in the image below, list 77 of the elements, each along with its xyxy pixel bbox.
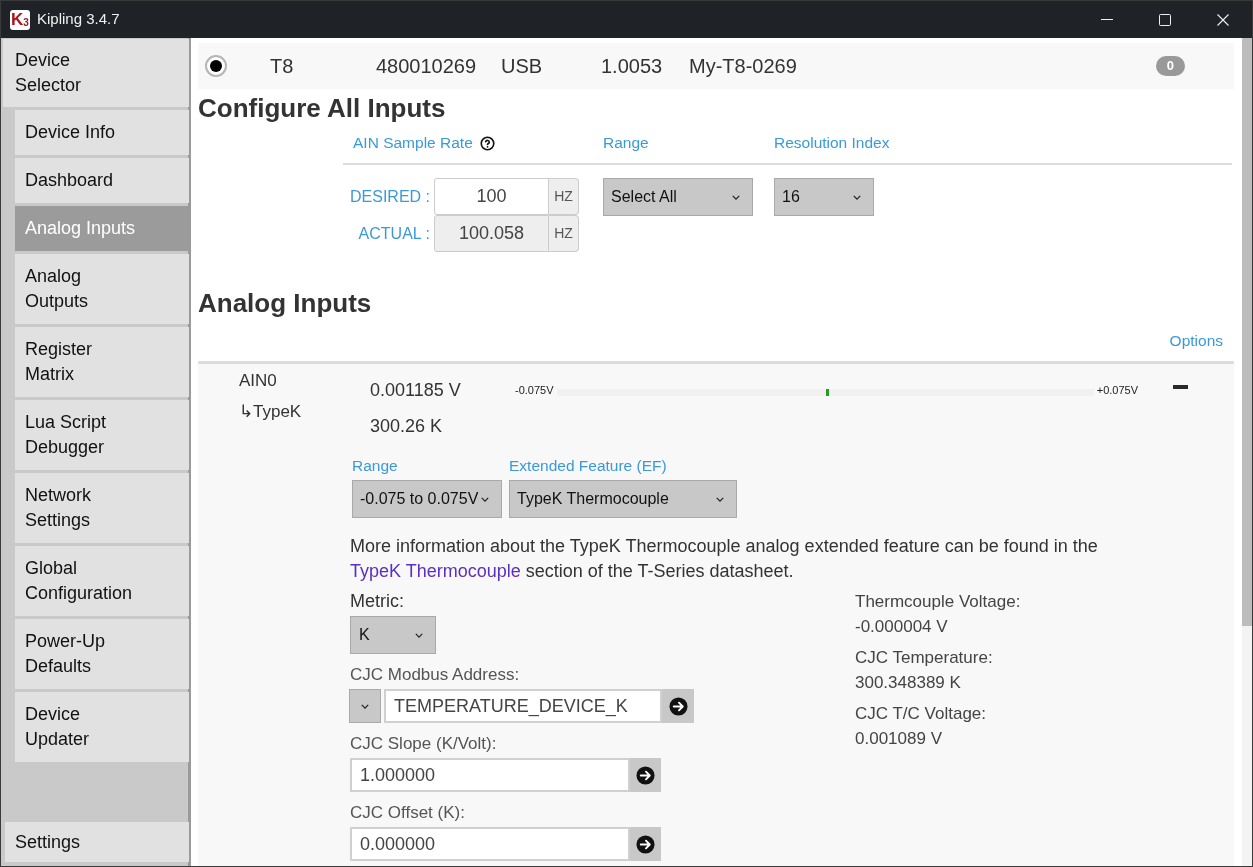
sidebar-item[interactable]: Device Updater (15, 692, 189, 762)
apply-button[interactable] (630, 758, 661, 792)
device-cell: 1.0053 (601, 55, 663, 77)
sidebar-item[interactable]: Power-Up Defaults (15, 619, 189, 689)
arrow-right-circle-icon (636, 765, 655, 785)
sidebar-item[interactable]: Device Info (15, 110, 189, 155)
address-input[interactable]: TEMPERATURE_DEVICE_K (384, 689, 662, 723)
readout-value: 300.348389 K (855, 672, 961, 694)
range-select[interactable]: Select All (603, 178, 753, 216)
column-header: Resolution Index (774, 133, 890, 154)
metric-select[interactable]: K (350, 616, 436, 654)
meter-min-label: -0.075V (515, 383, 554, 397)
caret-icon (361, 703, 369, 709)
scrollbar[interactable] (1242, 38, 1252, 866)
caret-icon (481, 496, 489, 502)
section-title: Configure All Inputs (198, 93, 446, 123)
sidebar-item[interactable]: Analog Outputs (15, 254, 189, 324)
arrow-right-circle-icon (636, 834, 655, 854)
caret-icon (853, 194, 861, 200)
rate-label: DESIRED : (350, 186, 430, 207)
field-label: CJC Modbus Address: (350, 664, 520, 686)
device-cell: 480010269 (376, 55, 477, 77)
count-badge: 0 (1155, 56, 1185, 76)
maximize-icon (1159, 13, 1171, 26)
sample-rate-input[interactable]: 100 (434, 178, 549, 215)
unit-label: HZ (549, 215, 579, 252)
readout-label: CJC Temperature: (855, 647, 993, 669)
window-title: Kipling 3.4.7 (37, 9, 120, 30)
column-header: AIN Sample Rate (353, 133, 473, 154)
feature-select[interactable]: TypeK Thermocouple (509, 480, 737, 518)
column-header: Range (603, 133, 649, 154)
field-label: Metric: (350, 590, 404, 613)
range-label: Range (352, 456, 398, 476)
sidebar-item[interactable]: Register Matrix (15, 327, 189, 397)
range-select[interactable]: -0.075 to 0.075V (352, 480, 502, 518)
radio-button[interactable] (205, 55, 227, 77)
scrollbar-thumb[interactable] (1242, 38, 1252, 626)
channel-name: AIN0 (239, 370, 277, 392)
sidebar-item[interactable]: Device Selector (3, 39, 189, 107)
rate-label: ACTUAL : (358, 223, 430, 244)
field-label: CJC Slope (K/Volt): (350, 733, 497, 755)
help-icon[interactable] (479, 135, 495, 151)
sidebar-item[interactable]: Global Configuration (15, 546, 189, 616)
feature-name: ↳TypeK (239, 401, 302, 423)
datasheet-link[interactable]: TypeK Thermocouple (350, 561, 521, 581)
sidebar-item[interactable]: Settings (5, 822, 189, 862)
meter-max-label: +0.075V (1096, 383, 1138, 397)
device-cell: USB (501, 55, 543, 77)
ef-label: Extended Feature (EF) (509, 456, 667, 476)
readout-value: -0.000004 V (855, 616, 948, 638)
sidebar-item[interactable]: Dashboard (15, 158, 189, 203)
section-title: Analog Inputs (198, 288, 372, 318)
readout-value: 0.001089 V (855, 728, 942, 750)
sidebar-item[interactable]: Network Settings (15, 473, 189, 543)
caret-icon (732, 194, 740, 200)
unit-label: HZ (549, 178, 579, 215)
readout-label: Thermcouple Voltage: (855, 591, 1021, 613)
readout-label: CJC T/C Voltage: (855, 703, 987, 725)
device-cell: My-T8-0269 (689, 55, 797, 77)
reading-value: 300.26 K (370, 415, 443, 438)
sidebar-item[interactable]: Lua Script Debugger (15, 400, 189, 470)
field-label: CJC Offset (K): (350, 802, 465, 824)
caret-icon (716, 496, 724, 502)
device-row[interactable]: T8 480010269 USB 1.0053 My-T8-0269 0 (198, 43, 1234, 89)
apply-button[interactable] (630, 827, 661, 861)
resolution-select[interactable]: 16 (774, 178, 874, 216)
value-input[interactable]: 0.000000 (350, 827, 630, 861)
caret-icon (415, 632, 423, 638)
reading-value: 0.001185 V (370, 379, 461, 402)
minus-icon (1173, 385, 1188, 389)
close-icon (1217, 13, 1229, 26)
info-text: More information about the TypeK Thermocouple analog extended feature can be found in the TypeK Thermocouple section of the T-Series datasheet. (350, 535, 1099, 583)
value-input[interactable]: 1.000000 (350, 758, 630, 792)
apply-button[interactable] (662, 689, 694, 723)
minimize-icon (1101, 19, 1113, 20)
arrow-right-circle-icon (668, 696, 688, 716)
device-cell: T8 (270, 55, 294, 77)
